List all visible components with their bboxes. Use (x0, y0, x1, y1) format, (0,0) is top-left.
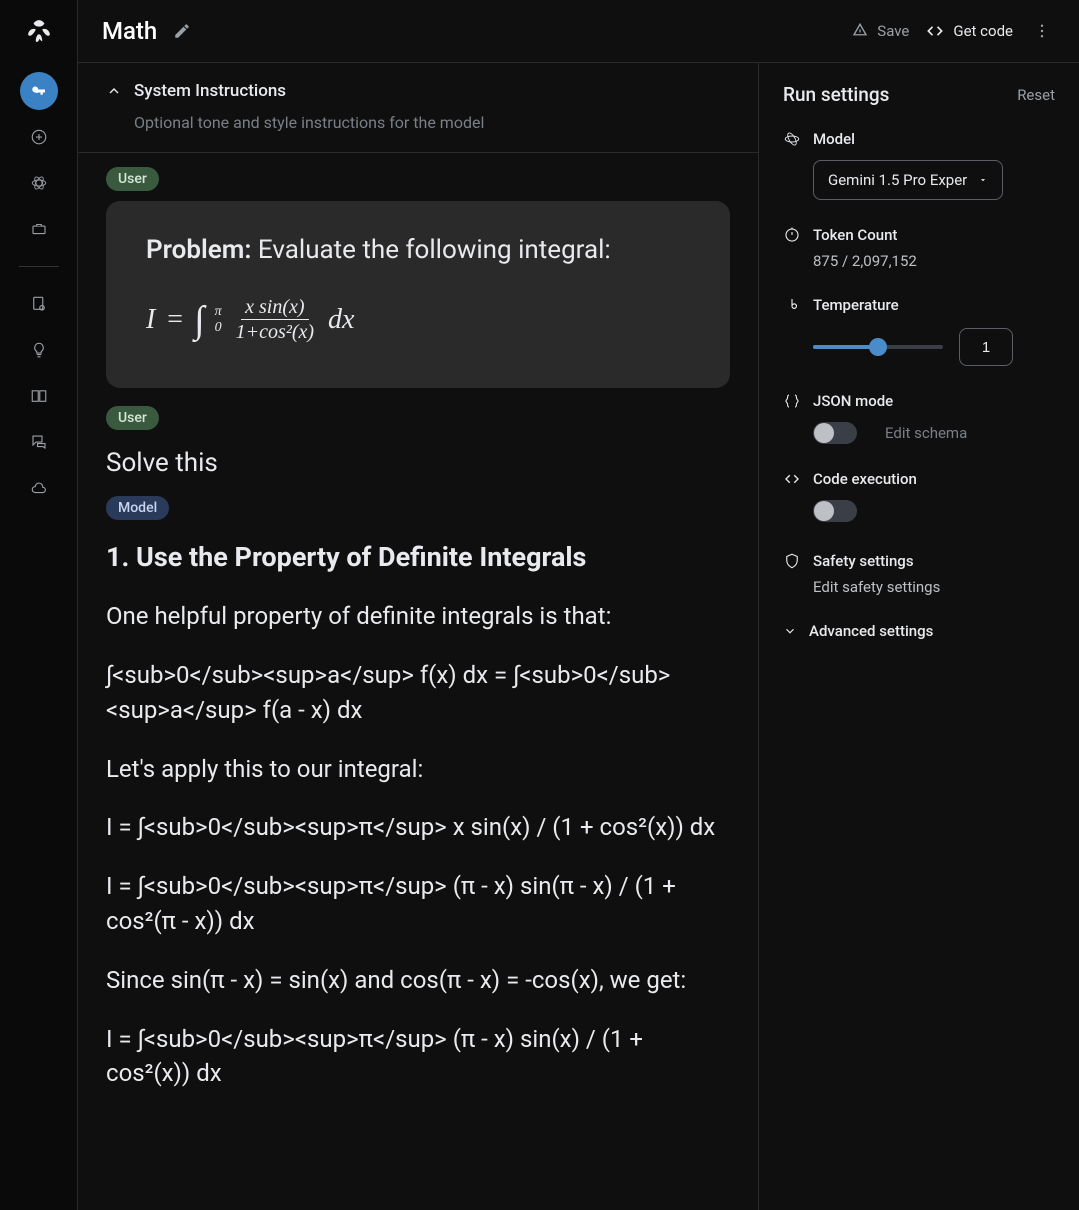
getcode-button[interactable]: Get code (925, 21, 1013, 41)
caret-down-icon (978, 175, 988, 185)
braces-icon (783, 392, 801, 410)
main: Math Save Get code System Instructions O… (78, 0, 1079, 1210)
json-toggle[interactable] (813, 422, 857, 444)
save-button[interactable]: Save (851, 22, 909, 40)
nav-doc-search[interactable] (20, 285, 58, 323)
model-badge: Model (106, 496, 169, 520)
save-label: Save (877, 22, 909, 40)
temperature-input[interactable] (959, 328, 1013, 366)
edit-schema[interactable]: Edit schema (885, 424, 967, 442)
message-user-text: User Solve this (106, 406, 730, 478)
edit-icon[interactable] (173, 22, 191, 40)
user-badge: User (106, 167, 159, 191)
logo-icon (26, 18, 52, 44)
run-settings: Run settings Reset Model Gemini 1.5 Pro … (759, 63, 1079, 1210)
edit-safety[interactable]: Edit safety settings (813, 578, 1055, 596)
messages: User Problem: Evaluate the following int… (78, 153, 758, 1129)
settings-title: Run settings (783, 83, 889, 106)
nav-bulb[interactable] (20, 331, 58, 369)
sidebar-divider (19, 266, 59, 267)
topbar: Math Save Get code (78, 0, 1079, 62)
sidebar (0, 0, 78, 1210)
page-title: Math (102, 17, 157, 45)
user-badge: User (106, 406, 159, 430)
message-user-image: User Problem: Evaluate the following int… (106, 167, 730, 388)
setting-model: Model Gemini 1.5 Pro Exper (783, 130, 1055, 200)
nav-chat[interactable] (20, 423, 58, 461)
integral-formula: I= ∫π0 x sin(x)1+cos²(x) dx (146, 295, 690, 344)
nav-cloud[interactable] (20, 469, 58, 507)
code-icon (783, 470, 801, 488)
setting-safety: Safety settings Edit safety settings (783, 552, 1055, 596)
getcode-label: Get code (953, 22, 1013, 40)
nav-toolbox[interactable] (20, 210, 58, 248)
message-model: Model 1. Use the Property of Definite In… (106, 496, 730, 1091)
chat-column: System Instructions Optional tone and st… (78, 63, 759, 1210)
setting-code-exec: Code execution (783, 470, 1055, 526)
temperature-slider[interactable] (813, 345, 943, 349)
reset-button[interactable]: Reset (1017, 86, 1055, 104)
thermometer-icon (783, 296, 801, 314)
token-icon (783, 226, 801, 244)
chevron-up-icon (106, 83, 122, 99)
setting-advanced[interactable]: Advanced settings (783, 622, 1055, 640)
system-instructions[interactable]: System Instructions Optional tone and st… (78, 63, 758, 153)
nav-atom[interactable] (20, 164, 58, 202)
shield-icon (783, 552, 801, 570)
token-value: 875 / 2,097,152 (813, 252, 1055, 270)
nav-new[interactable] (20, 118, 58, 156)
nav-key[interactable] (20, 72, 58, 110)
sysinst-title: System Instructions (134, 81, 286, 101)
user-text: Solve this (106, 448, 730, 478)
model-select[interactable]: Gemini 1.5 Pro Exper (813, 160, 1003, 200)
code-exec-toggle[interactable] (813, 500, 857, 522)
problem-image: Problem: Evaluate the following integral… (106, 201, 730, 388)
chevron-down-icon (783, 624, 797, 638)
model-response: 1. Use the Property of Definite Integral… (106, 538, 730, 1091)
more-icon[interactable] (1029, 22, 1055, 40)
setting-token: Token Count 875 / 2,097,152 (783, 226, 1055, 270)
atom-icon (783, 130, 801, 148)
sysinst-placeholder: Optional tone and style instructions for… (134, 113, 730, 132)
setting-json: JSON mode Edit schema (783, 392, 1055, 444)
nav-book[interactable] (20, 377, 58, 415)
setting-temperature: Temperature (783, 296, 1055, 366)
